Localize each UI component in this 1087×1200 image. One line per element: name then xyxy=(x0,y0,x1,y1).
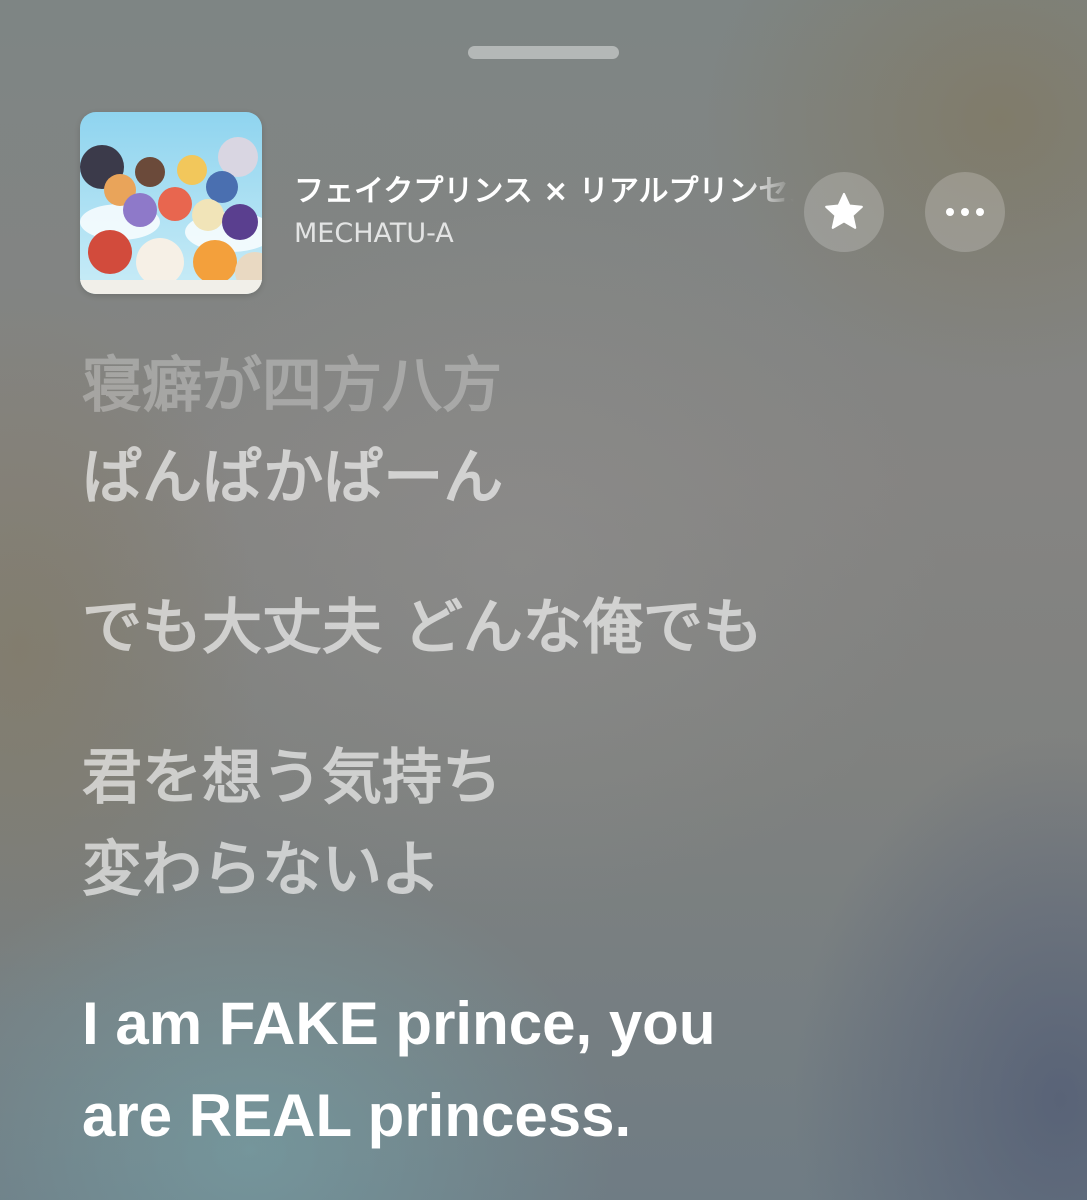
now-playing-info[interactable]: フェイクプリンス × リアルプリンセス MECHATU-A xyxy=(294,172,794,252)
artist-name[interactable]: MECHATU-A xyxy=(294,216,794,252)
song-title: フェイクプリンス × リアルプリンセス xyxy=(294,174,794,209)
lyric-block[interactable]: 寝癖が四方八方 ぱんぱかぱーん xyxy=(82,340,1042,524)
lyric-line[interactable]: ぱんぱかぱーん xyxy=(82,432,1042,524)
sheet-grabber[interactable] xyxy=(468,46,619,59)
lyrics-view[interactable]: 寝癖が四方八方 ぱんぱかぱーん でも大丈夫 どんな俺でも 君を想う気持ち 変わら… xyxy=(82,340,1042,1162)
lyric-block-active[interactable]: I am FAKE prince, you are REAL princess. xyxy=(82,978,1042,1162)
more-options-button[interactable] xyxy=(925,172,1005,252)
favorite-button[interactable] xyxy=(804,172,884,252)
lyric-line[interactable]: 寝癖が四方八方 xyxy=(82,340,1042,432)
star-icon xyxy=(825,192,863,229)
lyric-line-active[interactable]: are REAL princess. xyxy=(82,1070,1042,1162)
lyric-line-active[interactable]: I am FAKE prince, you xyxy=(82,978,1042,1070)
lyric-block[interactable]: でも大丈夫 どんな俺でも xyxy=(82,582,1042,674)
lyric-block[interactable]: 君を想う気持ち 変わらないよ xyxy=(82,732,1042,916)
ellipsis-icon xyxy=(946,208,984,216)
lyric-line[interactable]: でも大丈夫 どんな俺でも xyxy=(82,582,1042,674)
album-artwork[interactable] xyxy=(80,112,262,294)
lyric-line[interactable]: 君を想う気持ち xyxy=(82,732,1042,824)
lyric-line[interactable]: 変わらないよ xyxy=(82,824,1042,916)
